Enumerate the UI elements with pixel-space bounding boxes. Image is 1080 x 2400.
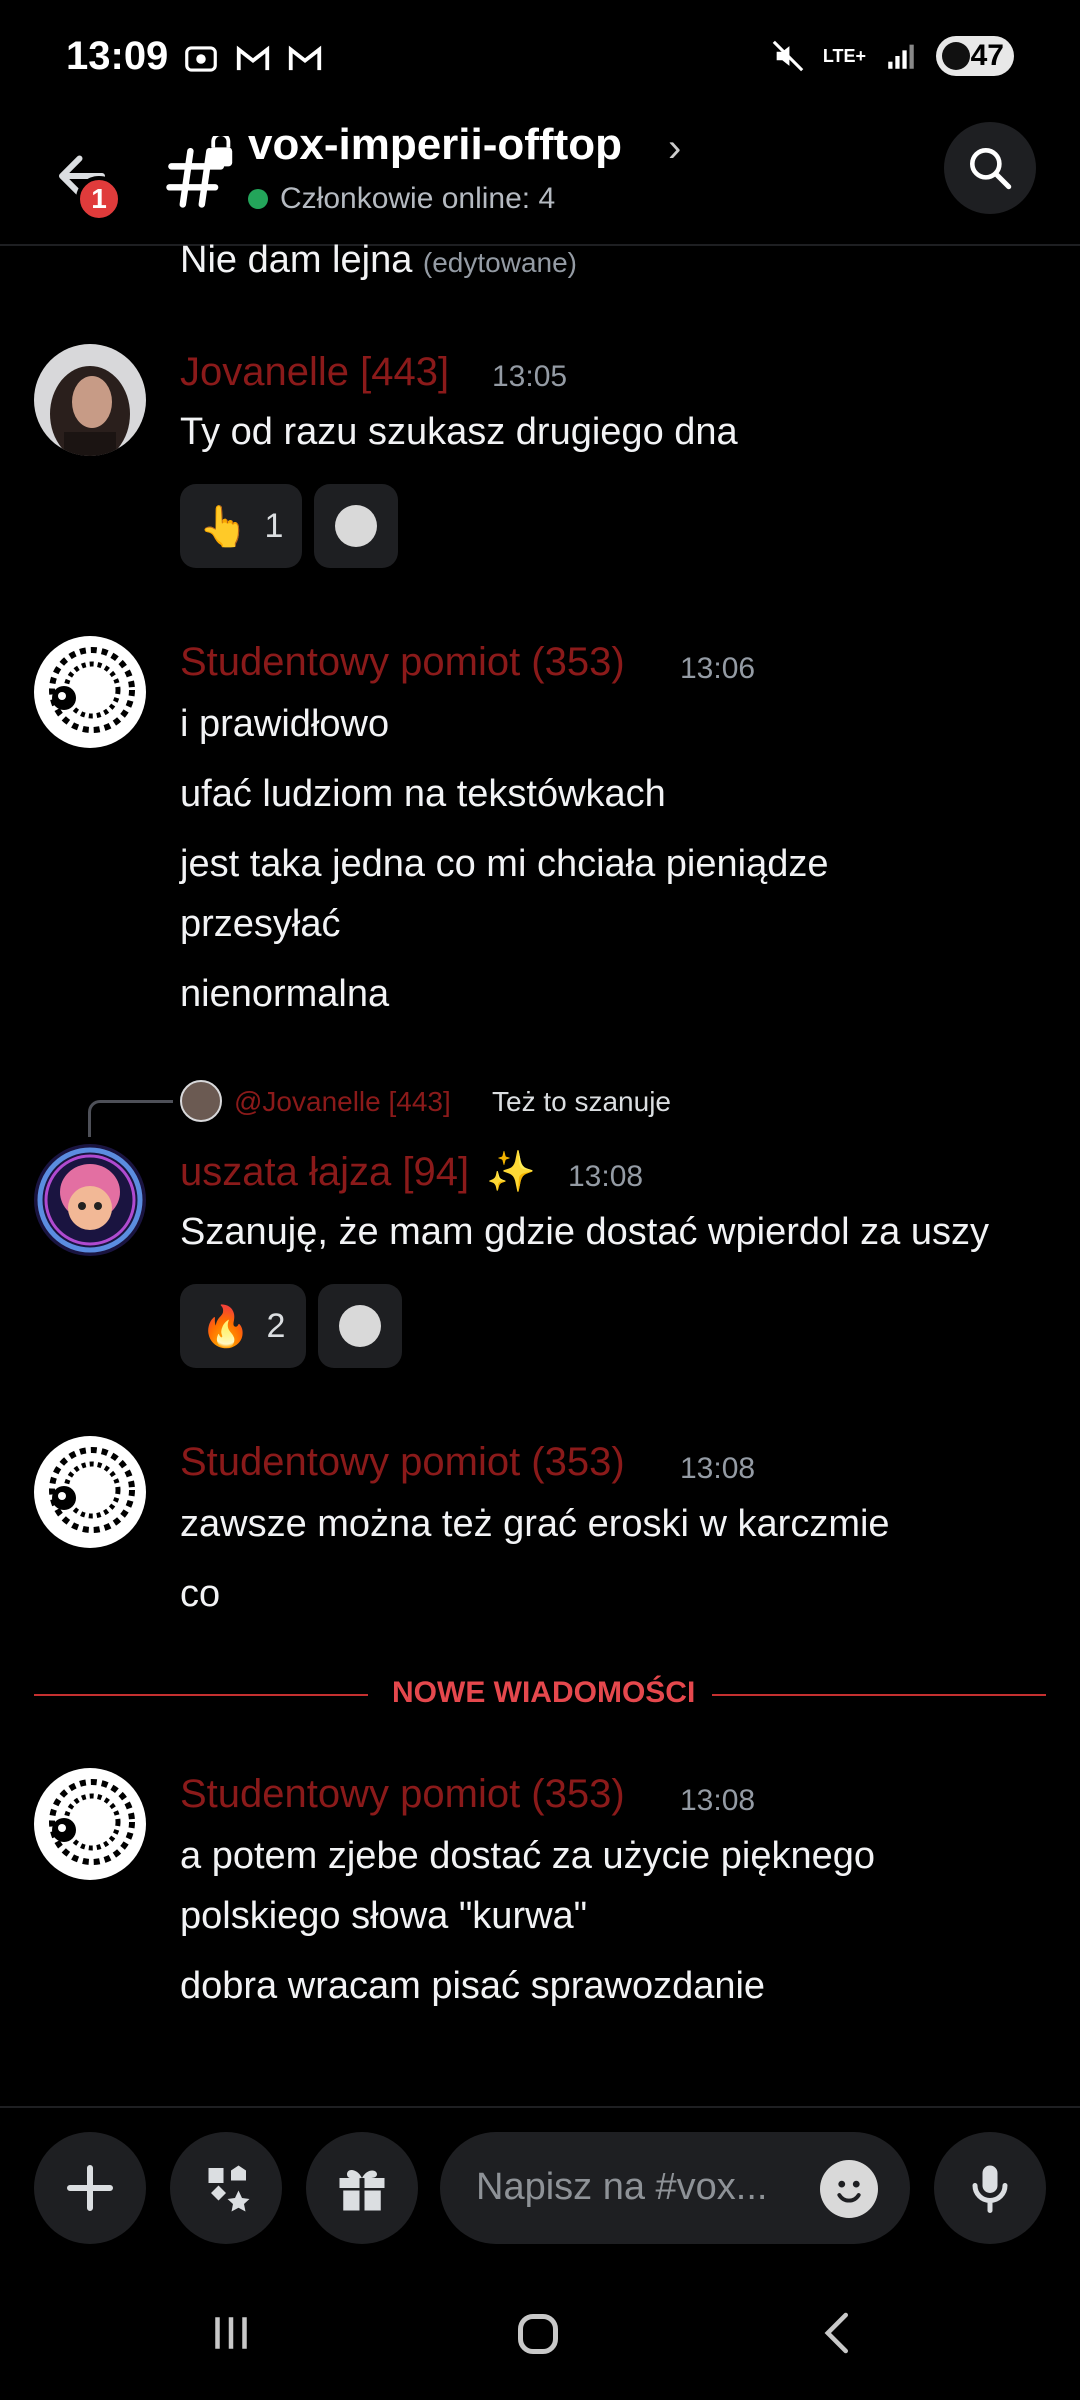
message-text: a potem zjebe dostać za użycie pięknego (180, 1835, 875, 1877)
search-button[interactable] (944, 122, 1036, 214)
message-text: co (180, 1573, 221, 1615)
message-composer: Napisz na #vox... (0, 2106, 1080, 2268)
message-timestamp: 13:06 (680, 652, 756, 685)
new-messages-divider: NOWE WIADOMOŚCI (392, 1676, 696, 1709)
status-right: LTE+ 47 (771, 36, 1014, 76)
reaction-emoji: 👆 (198, 504, 249, 549)
message-timestamp: 13:08 (680, 1452, 756, 1485)
add-reaction-button[interactable] (314, 484, 398, 568)
plus-icon (67, 2165, 113, 2211)
reaction-chip[interactable]: 🔥 2 (180, 1284, 306, 1368)
nav-back-icon[interactable] (812, 2306, 866, 2360)
avatar[interactable] (34, 1436, 146, 1548)
message-text: ufać ludziom na tekstówkach (180, 773, 666, 815)
voice-message-button[interactable] (934, 2132, 1046, 2244)
message-line: Nie dam lejna (edytowane) (180, 230, 577, 293)
emoji-icon[interactable] (820, 2160, 878, 2218)
avatar[interactable] (34, 636, 146, 748)
message-text: dobra wracam pisać sprawozdanie (180, 1965, 766, 2007)
gmail-icon (288, 45, 322, 71)
message-input-placeholder: Napisz na #vox... (476, 2166, 768, 2208)
emoji-icon (335, 505, 377, 547)
network-type: LTE+ (822, 45, 866, 66)
signal-icon (888, 44, 914, 69)
reaction-count: 2 (266, 1306, 286, 1345)
attach-button[interactable] (34, 2132, 146, 2244)
message-text: przesyłać (180, 903, 341, 945)
system-navigation-bar (0, 2266, 1080, 2400)
mute-icon (772, 40, 804, 72)
new-messages-divider-line (34, 1694, 368, 1696)
reply-mention[interactable]: @Jovanelle [443] (234, 1086, 451, 1118)
new-messages-divider-line (712, 1694, 1046, 1696)
message-author[interactable]: Studentowy pomiot (353) (180, 640, 625, 685)
screenshot-icon (185, 46, 217, 72)
message-author[interactable]: Jovanelle [443] (180, 350, 449, 395)
message-timestamp: 13:08 (680, 1784, 756, 1817)
online-count-text: Członkowie online: 4 (280, 182, 556, 215)
message-text: Szanuję, że mam gdzie dostać wpierdol za… (180, 1211, 989, 1253)
apps-icon (208, 2165, 250, 2212)
home-icon[interactable] (508, 2304, 568, 2364)
message-author[interactable]: Studentowy pomiot (353) (180, 1772, 625, 1817)
reply-preview[interactable]: Też to szanuje (492, 1086, 671, 1118)
online-status-dot (248, 189, 268, 209)
reaction-count: 1 (264, 506, 284, 545)
message-text: nienormalna (180, 973, 390, 1015)
message-author[interactable]: uszata łajza [94] ✨ (180, 1148, 536, 1195)
online-members: Członkowie online: 4 (248, 182, 555, 216)
message-text: i prawidłowo (180, 703, 390, 745)
gmail-icon (236, 45, 270, 71)
channel-hash-lock-icon (160, 132, 236, 212)
reaction-chip[interactable]: 👆 1 (180, 484, 302, 568)
channel-header: 1 vox-imperii-offtop › Członkowie online… (0, 120, 1080, 246)
message-timestamp: 13:05 (492, 360, 568, 393)
apps-button[interactable] (170, 2132, 282, 2244)
search-icon (970, 148, 1012, 190)
message-text: polskiego słowa "kurwa" (180, 1895, 588, 1937)
message-text: Ty od razu szukasz drugiego dna (180, 411, 738, 453)
emoji-icon (339, 1305, 381, 1347)
battery-level: 47 (970, 39, 1004, 72)
status-bar: 13:09 LTE+ 47 (0, 0, 1080, 120)
reply-avatar (180, 1080, 222, 1122)
reply-connector (88, 1100, 173, 1137)
status-notification-icons (182, 40, 324, 78)
add-reaction-button[interactable] (318, 1284, 402, 1368)
edited-label: (edytowane) (422, 247, 577, 278)
message-text: jest taka jedna co mi chciała pieniądze (180, 843, 829, 885)
chevron-right-icon[interactable]: › (668, 126, 681, 171)
message-text: Nie dam lejna (180, 239, 413, 281)
message-input[interactable]: Napisz na #vox... (440, 2132, 910, 2244)
avatar[interactable] (34, 1144, 146, 1256)
status-time: 13:09 (66, 34, 169, 78)
message-author[interactable]: Studentowy pomiot (353) (180, 1440, 625, 1485)
avatar[interactable] (34, 344, 146, 456)
channel-title[interactable]: vox-imperii-offtop (248, 120, 622, 170)
recent-apps-icon[interactable] (204, 2306, 258, 2360)
battery-indicator: 47 (936, 36, 1014, 76)
sparkle-emoji: ✨ (486, 1150, 536, 1194)
message-text: zawsze można też grać eroski w karczmie (180, 1503, 890, 1545)
microphone-icon (972, 2165, 1008, 2213)
gift-icon (339, 2169, 385, 2211)
message-timestamp: 13:08 (568, 1160, 644, 1193)
gift-button[interactable] (306, 2132, 418, 2244)
unread-badge: 1 (76, 176, 122, 222)
author-name: uszata łajza [94] (180, 1150, 470, 1194)
battery-saver-icon (942, 42, 970, 70)
reaction-emoji: 🔥 (200, 1304, 251, 1349)
avatar[interactable] (34, 1768, 146, 1880)
